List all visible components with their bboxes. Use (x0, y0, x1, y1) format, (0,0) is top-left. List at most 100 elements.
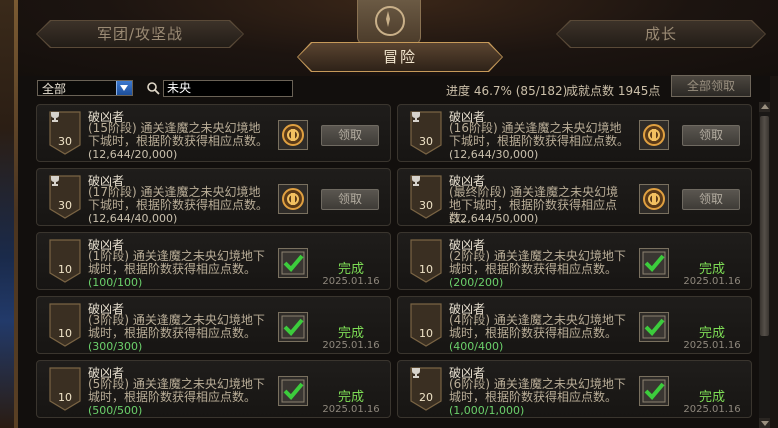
points-badge: 10 (49, 367, 81, 411)
completion-date: 2025.01.16 (683, 340, 741, 351)
trophy-icon (51, 176, 59, 186)
completion-date: 2025.01.16 (683, 276, 741, 287)
check-icon (281, 251, 305, 275)
points-badge: 30 (410, 175, 442, 219)
achievement-card: 30 破凶者 (15阶段) 通关逢魔之未央幻境地下城时，根据阶数获得相应点数。 (12… (36, 104, 391, 162)
achievement-progress: (500/500) (88, 404, 143, 417)
achievement-progress: (100/100) (88, 276, 143, 289)
points-value: 10 (58, 391, 72, 404)
category-dropdown-value: 全部 (42, 82, 67, 96)
reward-item[interactable] (639, 376, 669, 406)
achievement-card: 30 破凶者 (16阶段) 通关逢魔之未央幻境地下城时，根据阶数获得相应点数。 (12… (397, 104, 752, 162)
tab-legion-siege-label: 军团/攻坚战 (96, 25, 184, 43)
status-complete: 完成 (337, 262, 364, 277)
status-complete: 完成 (698, 326, 725, 341)
achievement-description: (4阶段) 通关逢魔之未央幻境地下城时，根据阶数获得相应点数。 (449, 313, 626, 340)
status-complete: 完成 (337, 326, 364, 341)
check-icon (281, 315, 305, 339)
points-value: 30 (58, 135, 72, 148)
trophy-icon (412, 176, 420, 186)
claim-button[interactable]: 领取 (321, 125, 379, 146)
achievement-description: (3阶段) 通关逢魔之未央幻境地下城时，根据阶数获得相应点数。 (88, 313, 265, 340)
reward-item[interactable] (639, 120, 669, 150)
status-complete: 完成 (698, 390, 725, 405)
achievement-description: (2阶段) 通关逢魔之未央幻境地下城时，根据阶数获得相应点数。 (449, 249, 626, 276)
achievement-progress: (12,644/20,000) (88, 148, 178, 161)
reward-item[interactable] (639, 184, 669, 214)
category-dropdown[interactable]: 全部 (37, 80, 133, 96)
completion-date: 2025.01.16 (322, 404, 380, 415)
points-value: 30 (419, 135, 433, 148)
points-value: 10 (419, 263, 433, 276)
claim-button[interactable]: 领取 (682, 125, 740, 146)
chevron-down-icon[interactable] (116, 81, 132, 95)
check-icon (281, 379, 305, 403)
points-badge: 10 (49, 239, 81, 283)
check-icon (642, 315, 666, 339)
search-icon (147, 82, 160, 95)
points-badge: 30 (49, 175, 81, 219)
points-value: 10 (419, 327, 433, 340)
achievement-progress: (400/400) (449, 340, 504, 353)
achievement-description: (17阶段) 通关逢魔之未央幻境地下城时，根据阶数获得相应点数。 (88, 185, 269, 212)
tab-legion-siege[interactable]: 军团/攻坚战 (36, 20, 244, 48)
points-badge: 10 (49, 303, 81, 347)
status-complete: 完成 (337, 390, 364, 405)
reward-item[interactable] (278, 376, 308, 406)
achievement-card: 10 破凶者 (5阶段) 通关逢魔之未央幻境地下城时，根据阶数获得相应点数。 (500… (36, 360, 391, 418)
points-value: 10 (58, 263, 72, 276)
scrollbar[interactable] (759, 102, 770, 428)
medal-icon (643, 188, 665, 210)
scroll-thumb[interactable] (760, 116, 769, 336)
reward-item[interactable] (278, 184, 308, 214)
check-icon (642, 251, 666, 275)
achievement-window: 军团/攻坚战 成长 冒险 全部 未央 进度 46.7% (85/182) 成就点… (0, 0, 778, 428)
reward-item[interactable] (278, 248, 308, 278)
reward-item[interactable] (639, 248, 669, 278)
achievement-card: 30 破凶者 (最终阶段) 通关逢魔之未央幻境地下城时，根据阶数获得相应点数。 (12… (397, 168, 752, 226)
completion-date: 2025.01.16 (322, 276, 380, 287)
reward-item[interactable] (639, 312, 669, 342)
medal-icon (282, 188, 304, 210)
claim-button[interactable]: 领取 (682, 189, 740, 210)
achievement-card: 10 破凶者 (4阶段) 通关逢魔之未央幻境地下城时，根据阶数获得相应点数。 (400… (397, 296, 752, 354)
achievement-description: (15阶段) 通关逢魔之未央幻境地下城时，根据阶数获得相应点数。 (88, 121, 269, 148)
compass-icon (375, 6, 405, 36)
completion-date: 2025.01.16 (322, 340, 380, 351)
achievement-description: (16阶段) 通关逢魔之未央幻境地下城时，根据阶数获得相应点数。 (449, 121, 630, 148)
achievement-card: 10 破凶者 (3阶段) 通关逢魔之未央幻境地下城时，根据阶数获得相应点数。 (300… (36, 296, 391, 354)
completion-date: 2025.01.16 (683, 404, 741, 415)
achievement-card: 10 破凶者 (1阶段) 通关逢魔之未央幻境地下城时，根据阶数获得相应点数。 (100… (36, 232, 391, 290)
search-input[interactable]: 未央 (163, 80, 293, 97)
achievement-card: 10 破凶者 (2阶段) 通关逢魔之未央幻境地下城时，根据阶数获得相应点数。 (200… (397, 232, 752, 290)
tab-growth[interactable]: 成长 (556, 20, 766, 48)
claim-button[interactable]: 领取 (321, 189, 379, 210)
achievement-progress: (12,644/30,000) (449, 148, 539, 161)
points-value: 30 (58, 199, 72, 212)
achievement-description: (6阶段) 通关逢魔之未央幻境地下城时，根据阶数获得相应点数。 (449, 377, 626, 404)
achievement-description: (5阶段) 通关逢魔之未央幻境地下城时，根据阶数获得相应点数。 (88, 377, 265, 404)
status-complete: 完成 (698, 262, 725, 277)
achievement-list: 30 破凶者 (15阶段) 通关逢魔之未央幻境地下城时，根据阶数获得相应点数。 (12… (36, 102, 758, 428)
reward-item[interactable] (278, 312, 308, 342)
points-badge: 30 (410, 111, 442, 155)
achievement-progress: (1,000/1,000) (449, 404, 525, 417)
points-badge: 10 (410, 303, 442, 347)
points-badge: 30 (49, 111, 81, 155)
points-value: 10 (58, 327, 72, 340)
achievement-description: (1阶段) 通关逢魔之未央幻境地下城时，根据阶数获得相应点数。 (88, 249, 265, 276)
progress-text: 进度 46.7% (85/182) (446, 84, 568, 98)
tab-adventure[interactable]: 冒险 (297, 42, 503, 72)
points-value: 20 (419, 391, 433, 404)
tab-growth-label: 成长 (644, 25, 677, 43)
achievement-card: 20 破凶者 (6阶段) 通关逢魔之未央幻境地下城时，根据阶数获得相应点数。 (1,0… (397, 360, 752, 418)
scroll-down-button[interactable] (759, 418, 770, 428)
scroll-up-button[interactable] (759, 102, 770, 112)
achievement-card: 30 破凶者 (17阶段) 通关逢魔之未央幻境地下城时，根据阶数获得相应点数。 (12… (36, 168, 391, 226)
achievement-points-text: 成就点数 1945点 (566, 84, 661, 98)
claim-all-button[interactable]: 全部领取 (671, 75, 751, 97)
left-frame-border (0, 0, 18, 428)
trophy-icon (412, 368, 420, 378)
medal-icon (282, 124, 304, 146)
reward-item[interactable] (278, 120, 308, 150)
